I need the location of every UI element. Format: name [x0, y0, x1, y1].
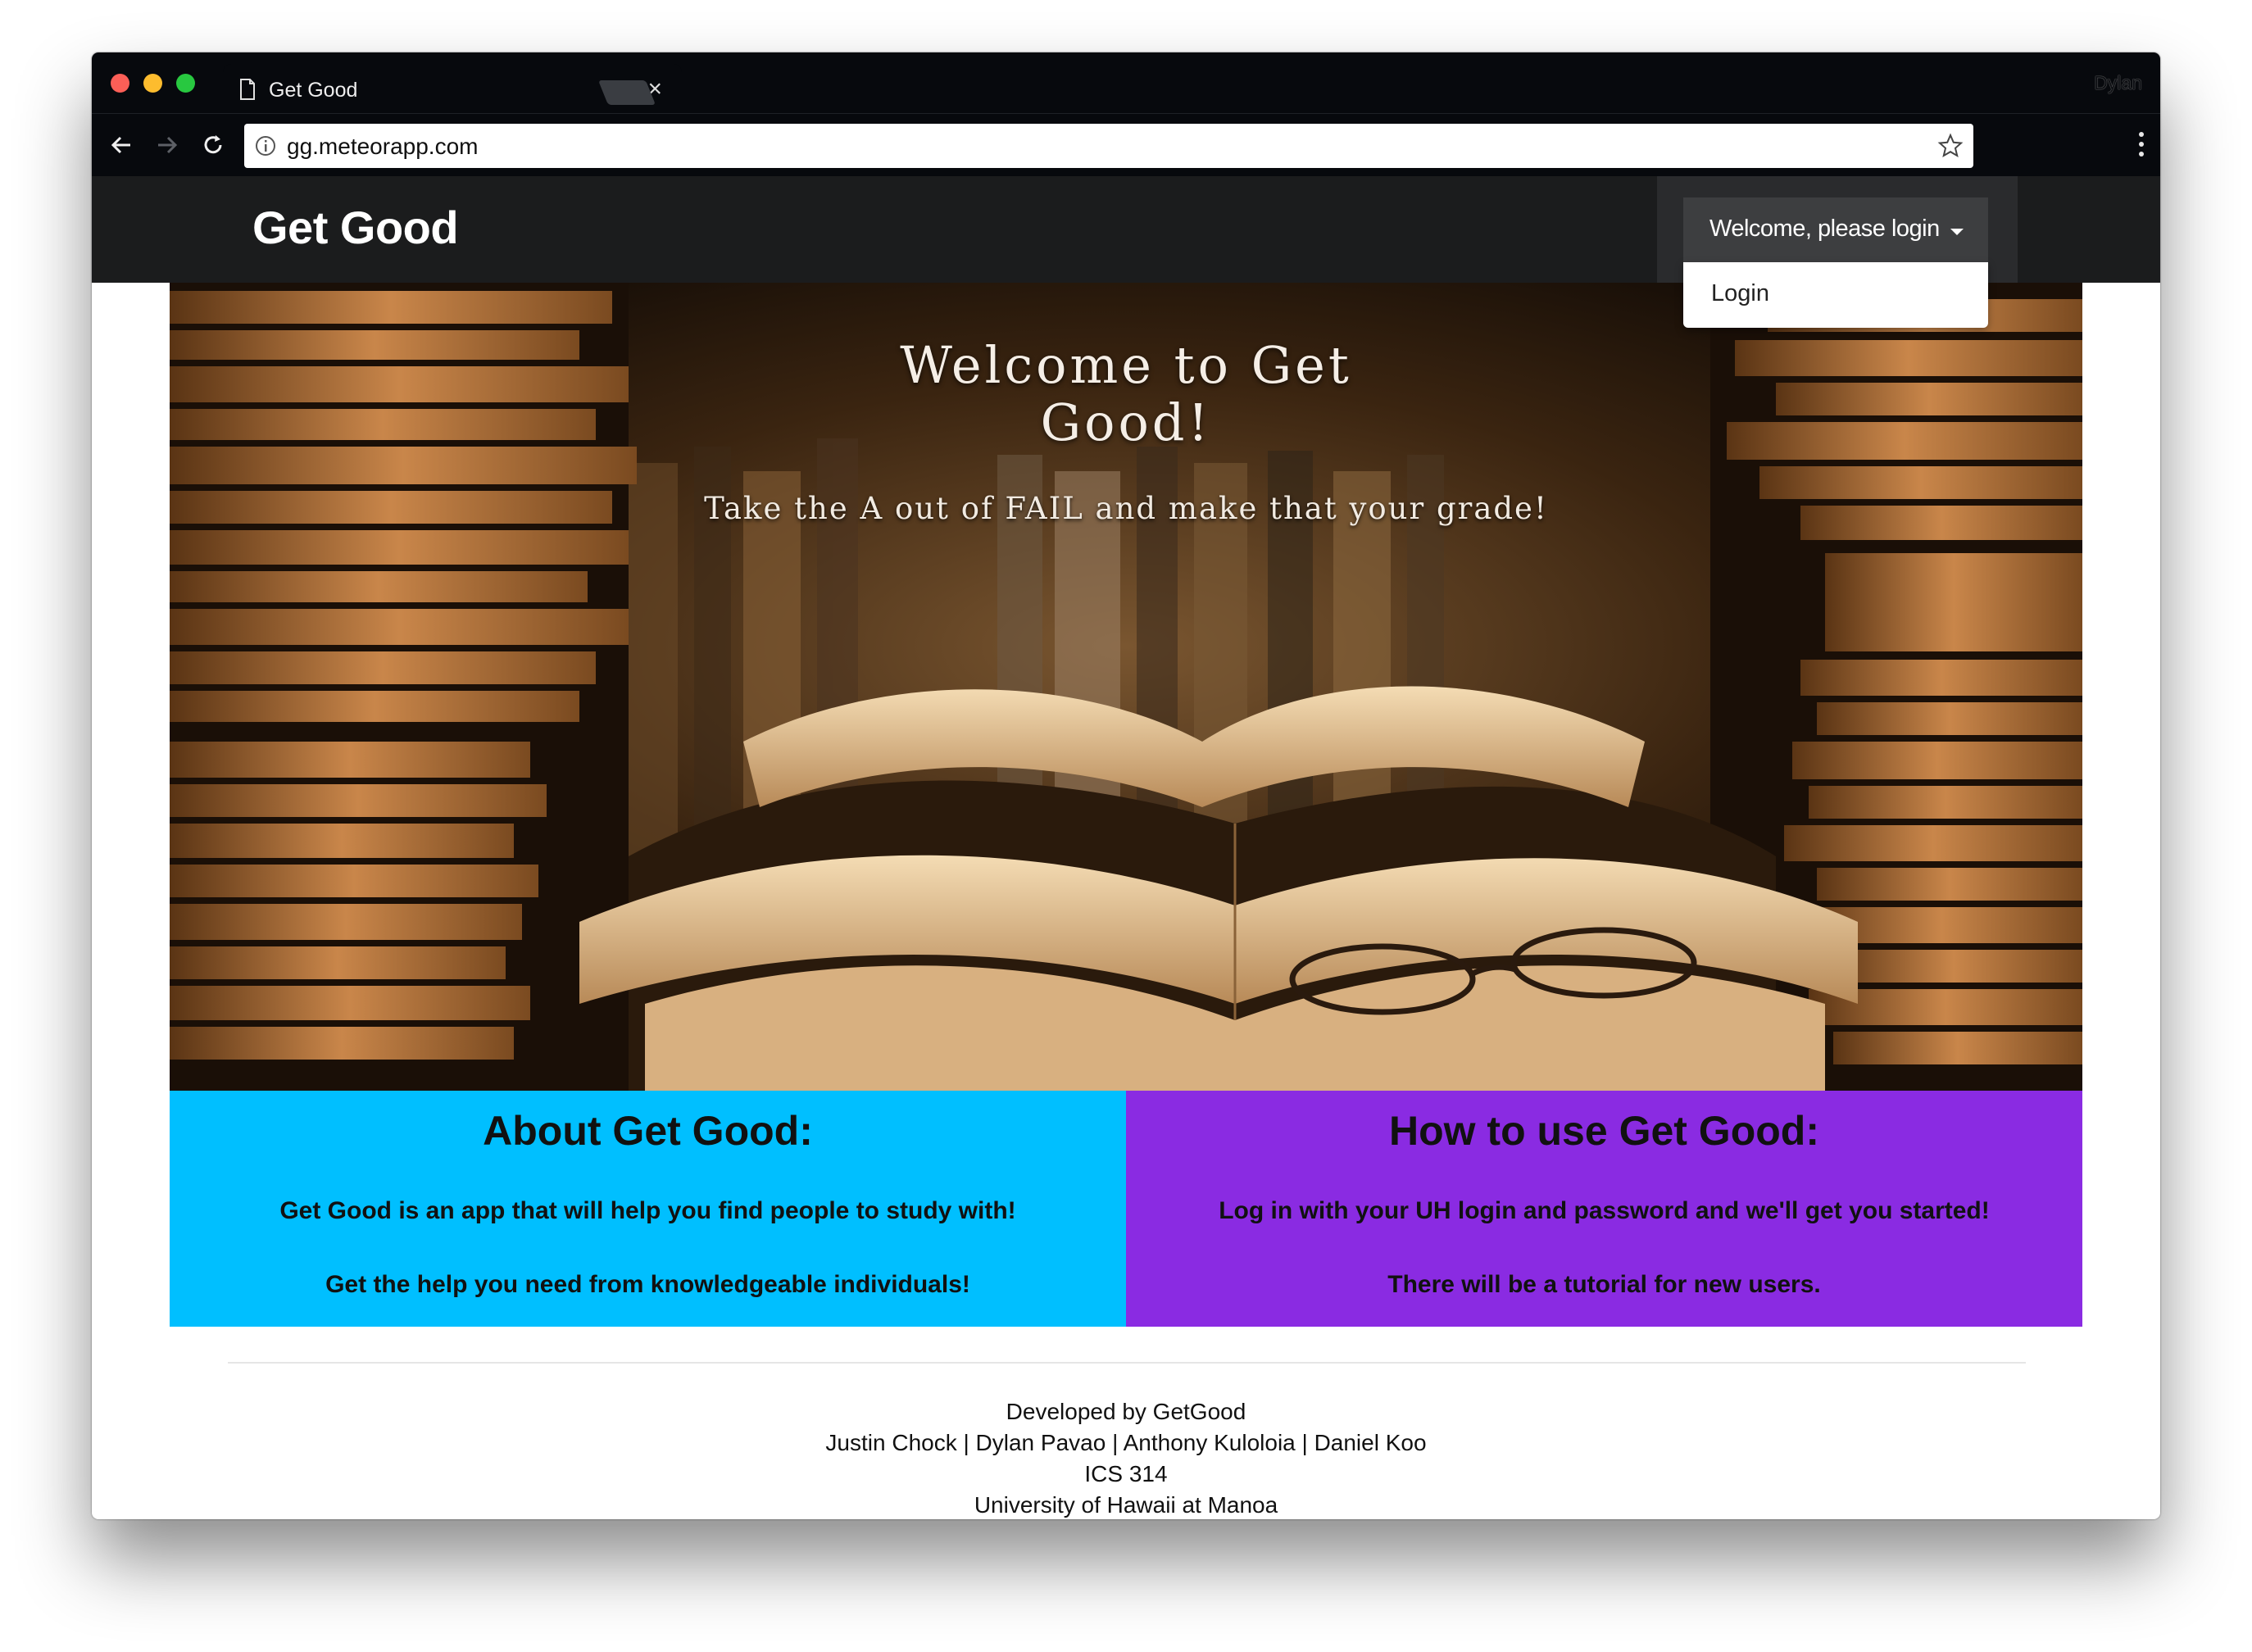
- footer-developed-by: Developed by GetGood: [1006, 1399, 1246, 1424]
- hero-title: Welcome to Get Good!: [170, 337, 2082, 452]
- address-bar[interactable]: gg.meteorapp.com: [244, 124, 1973, 168]
- login-dropdown-label: Welcome, please login: [1709, 216, 1940, 242]
- url-text[interactable]: gg.meteorapp.com: [287, 134, 478, 160]
- how-to-text-2: There will be a tutorial for new users.: [1387, 1271, 1821, 1298]
- how-to-heading: How to use Get Good:: [1389, 1108, 1819, 1154]
- hero-subtitle: Take the A out of FAIL and make that you…: [704, 491, 1548, 526]
- tab-title: Get Good: [269, 79, 358, 102]
- maximize-window-button[interactable]: [176, 74, 195, 93]
- close-window-button[interactable]: [111, 74, 129, 93]
- info-icon[interactable]: [254, 134, 277, 161]
- footer-team: Justin Chock | Dylan Pavao | Anthony Kul…: [825, 1430, 1427, 1455]
- minimize-window-button[interactable]: [143, 74, 162, 93]
- reload-icon[interactable]: [197, 129, 229, 161]
- about-text-1: Get Good is an app that will help you fi…: [279, 1197, 1016, 1224]
- how-to-panel: How to use Get Good: Log in with your UH…: [1126, 1091, 2082, 1327]
- about-text-2: Get the help you need from knowledgeable…: [325, 1271, 970, 1298]
- footer: Developed by GetGood Justin Chock | Dyla…: [92, 1396, 2160, 1519]
- hero-title-line2: Good!: [1040, 393, 1212, 452]
- hero-title-line1: Welcome to Get: [900, 335, 1352, 395]
- new-tab-button[interactable]: [597, 80, 656, 105]
- about-heading: About Get Good:: [483, 1108, 813, 1154]
- hero-banner: Welcome to Get Good! Take the A out of F…: [170, 283, 2082, 1091]
- footer-university: University of Hawaii at Manoa: [974, 1492, 1278, 1518]
- login-dropdown-button[interactable]: Welcome, please login: [1683, 197, 1988, 263]
- brand-logo[interactable]: Get Good: [252, 201, 459, 254]
- footer-course: ICS 314: [1084, 1461, 1168, 1486]
- back-arrow-icon[interactable]: [105, 129, 138, 161]
- login-menu-item[interactable]: Login: [1711, 280, 1769, 307]
- browser-toolbar: gg.meteorapp.com: [92, 113, 2160, 176]
- document-icon: [239, 79, 256, 104]
- star-icon[interactable]: [1937, 133, 1964, 163]
- how-to-text-1: Log in with your UH login and password a…: [1219, 1197, 1990, 1224]
- more-vertical-icon[interactable]: [2137, 132, 2145, 161]
- forward-arrow-icon[interactable]: [151, 129, 184, 161]
- tab-strip: Get Good × Dylan: [92, 52, 2160, 115]
- profile-name[interactable]: Dylan: [2094, 72, 2142, 94]
- about-panel: About Get Good: Get Good is an app that …: [170, 1091, 1126, 1327]
- caret-down-icon: [1950, 229, 1964, 235]
- login-dropdown-menu: Login: [1683, 262, 1988, 328]
- browser-window: Get Good × Dylan gg.meteorapp.com Get Go…: [92, 52, 2160, 1519]
- footer-divider: [228, 1362, 2026, 1364]
